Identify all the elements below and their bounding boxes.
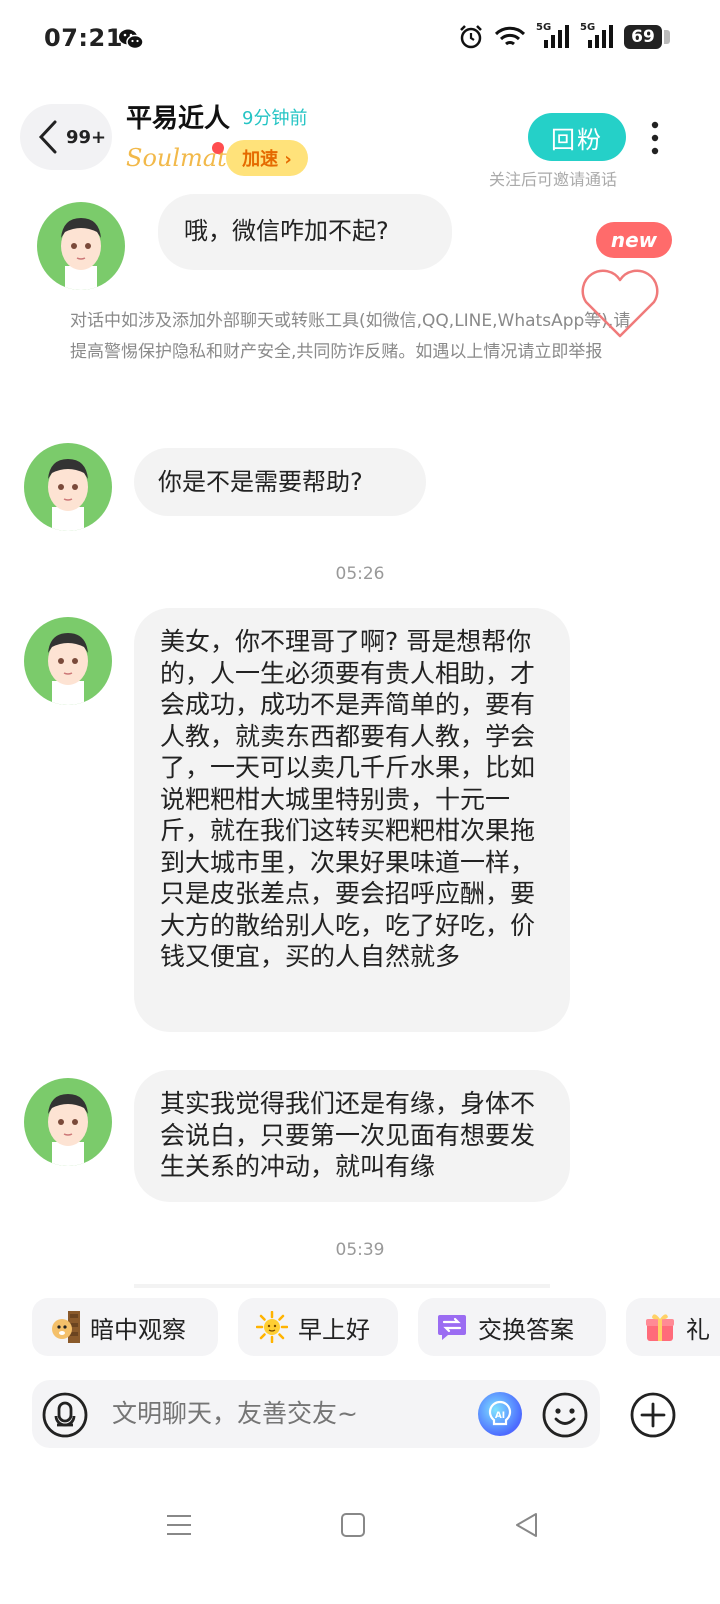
quick-reply-chip[interactable]: 交换答案 xyxy=(418,1298,606,1356)
avatar-face-icon xyxy=(48,459,88,531)
timestamp: 05:26 xyxy=(335,564,385,584)
chip-label: 礼 xyxy=(686,1315,710,1344)
notification-dot xyxy=(212,142,224,154)
message-bubble[interactable]: 其实我觉得我们还是有缘，身体不会说白，只要第一次见面有想要发生关系的冲动，就叫有… xyxy=(134,1070,570,1202)
last-seen: 9分钟前 xyxy=(242,108,308,129)
quick-reply-chip[interactable]: 早上好 xyxy=(238,1298,398,1356)
signal-icon: 5G xyxy=(536,22,570,50)
emoji-icon[interactable] xyxy=(542,1392,588,1438)
quick-reply-chip[interactable]: 礼 xyxy=(626,1298,720,1356)
timestamp: 05:39 xyxy=(335,1240,385,1260)
wifi-icon xyxy=(494,26,526,46)
message-input[interactable] xyxy=(110,1398,474,1429)
battery-icon: 69 xyxy=(624,25,670,49)
avatar-face-icon xyxy=(61,218,101,290)
home-icon[interactable] xyxy=(338,1510,368,1540)
safety-notice: 对话中如涉及添加外部聊天或转账工具(如微信,QQ,LINE,WhatsApp等)… xyxy=(70,311,631,362)
avatar[interactable] xyxy=(24,617,112,705)
message-bubble[interactable]: 哦，微信咋加不起? xyxy=(158,194,452,270)
boost-button[interactable]: 加速 › xyxy=(226,140,308,176)
status-time: 07:21 xyxy=(44,24,123,52)
swap-icon xyxy=(438,1315,466,1340)
voice-icon[interactable] xyxy=(42,1392,88,1438)
chip-label: 暗中观察 xyxy=(90,1315,186,1344)
message-bubble[interactable]: 你是不是需要帮助? xyxy=(134,448,426,516)
more-icon[interactable] xyxy=(646,120,664,156)
plus-icon[interactable] xyxy=(630,1392,676,1438)
sun-icon xyxy=(256,1311,288,1343)
back-button[interactable]: 99+ xyxy=(20,104,112,170)
avatar[interactable] xyxy=(24,443,112,531)
chip-label: 早上好 xyxy=(298,1315,370,1344)
menu-icon[interactable] xyxy=(164,1510,194,1540)
svg-text:AI: AI xyxy=(495,1411,505,1421)
heart-icon[interactable] xyxy=(578,266,662,340)
chevron-left-icon xyxy=(38,120,57,154)
back-nav-icon[interactable] xyxy=(512,1510,542,1540)
unread-count: 99+ xyxy=(66,126,107,148)
avatar-face-icon xyxy=(48,633,88,705)
chat-title[interactable]: 平易近人 xyxy=(126,98,230,135)
ai-assistant-icon[interactable]: AI xyxy=(478,1392,522,1436)
follow-back-button[interactable]: 回粉 xyxy=(528,113,626,161)
new-badge[interactable]: new xyxy=(596,222,672,258)
avatar[interactable] xyxy=(37,202,125,290)
message-bubble[interactable]: 美女，你不理哥了啊? 哥是想帮你的，人一生必须要有贵人相助，才会成功，成功不是弄… xyxy=(134,608,570,1032)
follow-hint: 关注后可邀请通话 xyxy=(489,170,618,189)
alarm-icon xyxy=(460,25,482,49)
message-bubble-partial xyxy=(134,1284,550,1288)
chip-label: 交换答案 xyxy=(478,1315,574,1344)
wechat-icon xyxy=(119,29,144,50)
avatar-face-icon xyxy=(48,1094,88,1166)
signal-icon: 5G xyxy=(580,22,614,50)
dog-peek-icon xyxy=(52,1311,80,1343)
gift-icon xyxy=(646,1314,674,1341)
quick-reply-chip[interactable]: 暗中观察 xyxy=(32,1298,218,1356)
status-icons: 5G 5G 69 xyxy=(458,22,670,50)
avatar[interactable] xyxy=(24,1078,112,1166)
